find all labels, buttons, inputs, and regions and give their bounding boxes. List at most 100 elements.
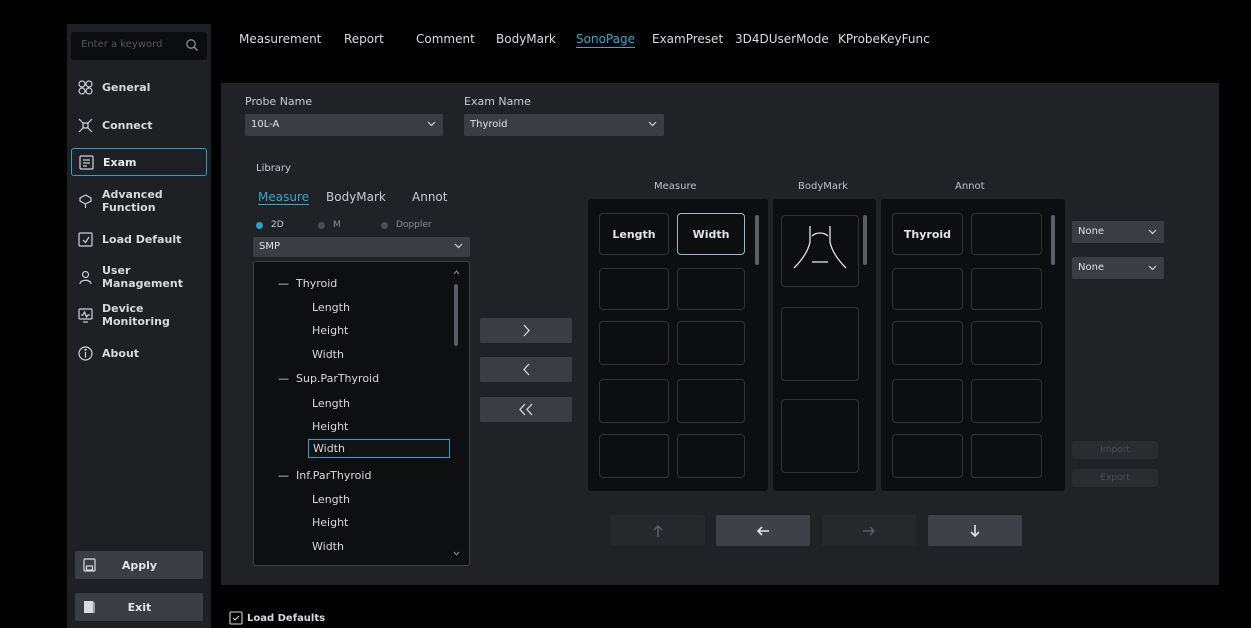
tree-item[interactable]: Height bbox=[312, 324, 348, 337]
library-tab-measure[interactable]: Measure bbox=[258, 190, 309, 205]
sidebar-item-user-management[interactable]: User Management bbox=[71, 263, 207, 291]
move-down-button[interactable] bbox=[928, 515, 1022, 546]
tree-group-inf-parthyroid[interactable]: — Inf.ParThyroid bbox=[278, 469, 371, 482]
library-tab-annot[interactable]: Annot bbox=[412, 190, 447, 204]
scroll-up-icon[interactable] bbox=[453, 270, 460, 275]
bodymark-cell-neck[interactable] bbox=[781, 215, 859, 287]
annot-cell-empty[interactable] bbox=[971, 434, 1042, 478]
chevron-down-icon bbox=[648, 121, 657, 127]
measure-cell-length[interactable]: Length bbox=[599, 213, 669, 255]
tree-item[interactable]: Length bbox=[312, 301, 350, 314]
move-up-button[interactable] bbox=[611, 515, 705, 546]
load-defaults-link[interactable]: Load Defaults bbox=[229, 611, 325, 625]
annot-option-select-2[interactable]: None bbox=[1072, 257, 1164, 279]
measure-cell-empty[interactable] bbox=[677, 268, 745, 310]
mode-radio-2d[interactable]: 2D bbox=[256, 220, 284, 230]
library-filter-value: SMP bbox=[259, 241, 281, 252]
tree-item[interactable]: Length bbox=[312, 493, 350, 506]
tab-report[interactable]: Report bbox=[344, 32, 384, 46]
sidebar-item-advanced-function[interactable]: Advanced Function bbox=[71, 187, 207, 215]
radio-label: Doppler bbox=[396, 220, 432, 230]
exit-label: Exit bbox=[127, 600, 152, 614]
sidebar-item-general[interactable]: General bbox=[71, 73, 207, 101]
sidebar: Enter a keyword General Connect Exam Adv… bbox=[67, 24, 211, 628]
tree-scrollbar[interactable] bbox=[454, 284, 458, 346]
exam-name-label: Exam Name bbox=[464, 95, 531, 108]
annot-cell-empty[interactable] bbox=[892, 268, 963, 310]
annot-cell-empty[interactable] bbox=[892, 434, 963, 478]
tab-bodymark[interactable]: BodyMark bbox=[496, 32, 556, 46]
bodymark-cell-empty[interactable] bbox=[781, 399, 859, 473]
tree-item[interactable]: Height bbox=[312, 516, 348, 529]
probe-name-select[interactable]: 10L-A bbox=[245, 114, 443, 136]
annot-cell-empty[interactable] bbox=[971, 213, 1042, 255]
sidebar-item-load-default[interactable]: Load Default bbox=[71, 225, 207, 253]
radio-dot bbox=[318, 221, 325, 229]
sidebar-item-about[interactable]: About bbox=[71, 339, 207, 367]
export-button[interactable]: Export bbox=[1072, 469, 1158, 487]
annot-cell-empty[interactable] bbox=[892, 379, 963, 423]
annot-column-header: Annot bbox=[955, 181, 985, 192]
tree-item-selected[interactable]: Width bbox=[308, 439, 450, 458]
sidebar-item-device-monitoring[interactable]: Device Monitoring bbox=[71, 301, 207, 329]
tree-item[interactable]: Length bbox=[312, 397, 350, 410]
import-button[interactable]: Import bbox=[1072, 441, 1158, 459]
annot-cell-thyroid[interactable]: Thyroid bbox=[892, 213, 963, 255]
annot-option-select-1[interactable]: None bbox=[1072, 221, 1164, 243]
tab-exampreset[interactable]: ExamPreset bbox=[652, 32, 723, 46]
tree-item[interactable]: Width bbox=[312, 540, 344, 553]
library-tree[interactable]: — Thyroid Length Height Width — Sup.ParT… bbox=[253, 261, 470, 566]
tab-sonopage[interactable]: SonoPage bbox=[576, 32, 635, 48]
exit-button[interactable]: Exit bbox=[75, 593, 203, 621]
annot-scrollbar[interactable] bbox=[1051, 215, 1055, 265]
library-filter-select[interactable]: SMP bbox=[253, 237, 470, 257]
annot-cell-empty[interactable] bbox=[971, 379, 1042, 423]
remove-all-button[interactable] bbox=[480, 397, 572, 422]
sidebar-item-connect[interactable]: Connect bbox=[71, 111, 207, 139]
remove-button[interactable] bbox=[480, 357, 572, 382]
move-left-button[interactable] bbox=[716, 515, 810, 546]
add-button[interactable] bbox=[480, 318, 572, 343]
chevron-down-icon bbox=[454, 243, 463, 249]
annot-cell-empty[interactable] bbox=[971, 268, 1042, 310]
scroll-down-icon[interactable] bbox=[453, 551, 460, 556]
select-value: None bbox=[1078, 226, 1105, 237]
measure-column-header: Measure bbox=[654, 181, 697, 192]
tab-comment[interactable]: Comment bbox=[416, 32, 475, 46]
tree-item[interactable]: Height bbox=[312, 420, 348, 433]
arrow-right-icon bbox=[863, 525, 876, 536]
measure-scrollbar[interactable] bbox=[755, 215, 759, 265]
tree-item[interactable]: Width bbox=[312, 348, 344, 361]
measure-cell-empty[interactable] bbox=[677, 321, 745, 365]
measure-cell-width[interactable]: Width bbox=[677, 213, 745, 255]
user-management-icon bbox=[79, 270, 92, 284]
connect-icon bbox=[78, 118, 93, 132]
bodymark-scrollbar[interactable] bbox=[863, 215, 867, 265]
annot-cell-empty[interactable] bbox=[892, 321, 963, 365]
measure-cell-empty[interactable] bbox=[599, 321, 669, 365]
mode-radio-doppler[interactable]: Doppler bbox=[381, 220, 432, 230]
tree-group-thyroid[interactable]: — Thyroid bbox=[278, 277, 337, 290]
measure-cell-empty[interactable] bbox=[599, 379, 669, 423]
sidebar-item-exam[interactable]: Exam bbox=[71, 148, 207, 176]
apply-button[interactable]: Apply bbox=[75, 551, 203, 579]
tree-group-sup-parthyroid[interactable]: — Sup.ParThyroid bbox=[278, 372, 379, 385]
measure-cell-empty[interactable] bbox=[677, 434, 745, 478]
mode-radio-m[interactable]: M bbox=[318, 220, 341, 230]
measure-cell-empty[interactable] bbox=[599, 268, 669, 310]
tab-3d4dusermode[interactable]: 3D4DUserMode bbox=[735, 32, 829, 46]
search-box[interactable]: Enter a keyword bbox=[71, 32, 207, 60]
move-right-button[interactable] bbox=[822, 515, 916, 546]
measure-cell-empty[interactable] bbox=[677, 379, 745, 423]
probe-name-value: 10L-A bbox=[251, 119, 280, 130]
search-icon[interactable] bbox=[185, 38, 199, 52]
bodymark-cell-empty[interactable] bbox=[781, 307, 859, 381]
advanced-function-icon bbox=[79, 193, 92, 208]
measure-cell-empty[interactable] bbox=[599, 434, 669, 478]
arrow-down-icon bbox=[970, 524, 980, 537]
library-tab-bodymark[interactable]: BodyMark bbox=[326, 190, 386, 204]
tab-kprobekeyfunc[interactable]: KProbeKeyFunc bbox=[838, 32, 930, 46]
annot-cell-empty[interactable] bbox=[971, 321, 1042, 365]
tab-measurement[interactable]: Measurement bbox=[239, 32, 321, 46]
exam-name-select[interactable]: Thyroid bbox=[464, 114, 664, 136]
